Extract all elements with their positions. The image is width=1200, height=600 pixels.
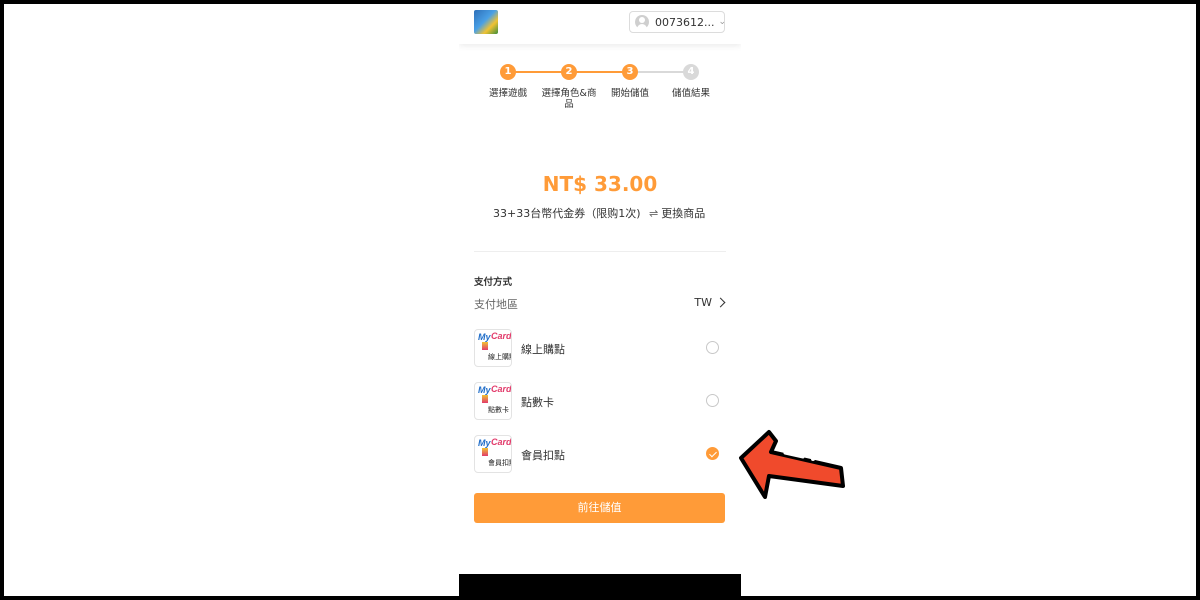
arrow-shape <box>739 430 845 499</box>
step-4-label: 儲值結果 <box>671 88 710 99</box>
logo-text-card: Card <box>491 384 512 394</box>
mycard-logo-icon: My Card 點數卡 <box>474 382 512 420</box>
step-2-label: 選擇角色&商品 <box>541 88 597 110</box>
mycard-logo-icon: My Card 會員扣點 <box>474 435 512 473</box>
logo-flag-shape <box>482 448 488 456</box>
mobile-page: 0073612... ⌄ 1 2 3 4 選擇遊戲 選擇角色&商品 開始儲值 儲… <box>459 4 741 596</box>
logo-text-card: Card <box>491 437 512 447</box>
change-product-link[interactable]: ⇌ 更換商品 <box>649 205 705 221</box>
logo-text-my: My <box>478 332 491 342</box>
top-bar: 0073612... ⌄ <box>459 4 741 44</box>
footer-bar <box>459 574 741 596</box>
step-1-label: 選擇遊戲 <box>488 88 527 99</box>
region-label: 支付地區 <box>474 298 518 311</box>
step-connector <box>569 71 630 73</box>
step-1-indicator: 1 <box>500 64 516 80</box>
chevron-down-icon: ⌄ <box>718 17 727 27</box>
mycard-logo-icon: My Card 線上購點 <box>474 329 512 367</box>
product-price: NT$ 33.00 <box>542 172 658 196</box>
payment-method-online[interactable]: My Card 線上購點 線上購點 <box>474 329 726 367</box>
step-2-indicator: 2 <box>561 64 577 80</box>
logo-subtext: 線上購點 <box>488 353 511 361</box>
game-logo-icon[interactable] <box>474 10 498 34</box>
step-connector <box>630 71 691 73</box>
payment-method-label: 點數卡 <box>521 396 554 409</box>
payment-radio-card[interactable] <box>706 394 719 407</box>
logo-flag-shape <box>482 342 488 350</box>
product-row: 33+33台幣代金券（限购1次) ⇌ 更換商品 <box>459 205 741 221</box>
divider <box>474 251 726 252</box>
payment-radio-member-checked[interactable] <box>706 447 719 460</box>
red-arrow-icon <box>739 430 845 499</box>
logo-subtext: 會員扣點 <box>488 459 511 467</box>
arrow-dot <box>811 457 815 461</box>
logo-subtext: 點數卡 <box>488 406 509 414</box>
chevron-right-icon <box>715 297 726 308</box>
payment-method-label: 線上購點 <box>521 343 565 356</box>
logo-text-card: Card <box>491 331 512 341</box>
payment-section-title: 支付方式 <box>474 277 513 288</box>
payment-method-member[interactable]: My Card 會員扣點 會員扣點 <box>474 435 726 473</box>
progress-steps: 1 2 3 4 選擇遊戲 選擇角色&商品 開始儲值 儲值結果 <box>459 62 741 122</box>
step-3-label: 開始儲值 <box>610 88 649 99</box>
payment-region-row[interactable]: 支付地區 TW <box>474 296 726 312</box>
step-4-indicator: 4 <box>683 64 699 80</box>
step-connector <box>508 71 569 73</box>
proceed-topup-button[interactable]: 前往儲值 <box>474 493 725 523</box>
product-name: 33+33台幣代金券（限购1次) <box>493 207 641 220</box>
payment-method-card[interactable]: My Card 點數卡 點數卡 <box>474 382 726 420</box>
step-3-indicator: 3 <box>622 64 638 80</box>
region-value: TW <box>694 296 712 309</box>
user-avatar-icon <box>635 15 649 29</box>
swap-icon: ⇌ <box>649 207 659 220</box>
payment-radio-online[interactable] <box>706 341 719 354</box>
logo-text-my: My <box>478 385 491 395</box>
change-product-label: 更換商品 <box>661 207 706 220</box>
account-id: 0073612... <box>655 15 715 29</box>
logo-text-my: My <box>478 438 491 448</box>
logo-flag-shape <box>482 395 488 403</box>
payment-method-label: 會員扣點 <box>521 449 565 462</box>
account-selector[interactable]: 0073612... ⌄ <box>629 11 727 33</box>
